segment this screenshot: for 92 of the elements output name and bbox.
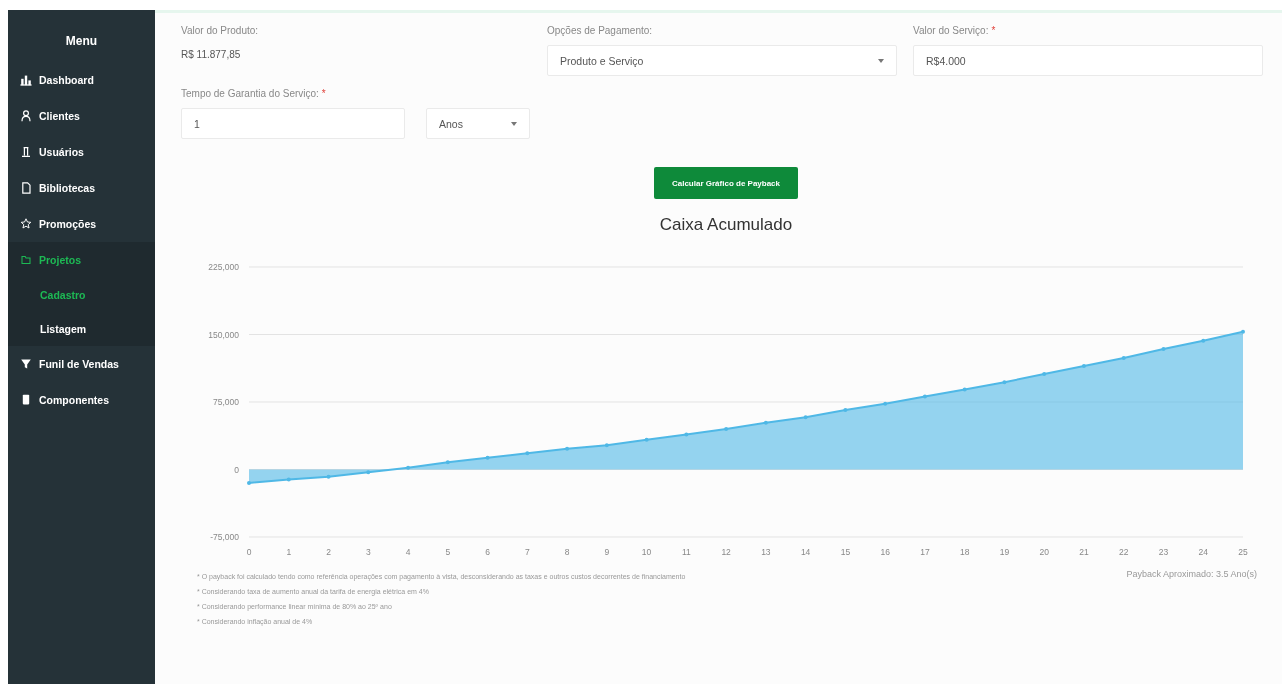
x-tick-label: 7 bbox=[524, 547, 530, 557]
calculate-button[interactable]: Calcular Gráfico de Payback bbox=[654, 167, 798, 199]
sidebar-item[interactable]: Funil de Vendas bbox=[8, 346, 155, 382]
data-point bbox=[247, 481, 251, 485]
required-mark: * bbox=[321, 88, 326, 101]
data-point bbox=[1002, 380, 1007, 385]
x-tick-label: 8 bbox=[564, 547, 570, 557]
data-point bbox=[883, 401, 888, 406]
document-icon bbox=[20, 182, 32, 194]
data-point bbox=[962, 387, 967, 392]
data-point bbox=[724, 427, 729, 431]
sidebar-item[interactable]: Promoções bbox=[8, 206, 155, 242]
x-tick-label: 6 bbox=[485, 547, 490, 557]
caret-icon bbox=[878, 58, 884, 63]
x-tick-label: 10 bbox=[641, 547, 652, 557]
data-point bbox=[406, 465, 411, 470]
sidebar-item[interactable]: Usuários bbox=[8, 134, 155, 170]
x-tick-label: 19 bbox=[999, 547, 1010, 557]
data-point bbox=[1161, 346, 1166, 351]
x-tick-label: 16 bbox=[880, 547, 890, 557]
sidebar-item[interactable]: Bibliotecas bbox=[8, 170, 155, 206]
data-point bbox=[803, 415, 808, 420]
block-icon bbox=[20, 394, 32, 406]
x-tick-label: 20 bbox=[1039, 547, 1049, 557]
x-tick-label: 2 bbox=[326, 547, 331, 557]
x-tick-label: 18 bbox=[959, 547, 970, 557]
person-icon bbox=[20, 110, 32, 122]
data-point bbox=[445, 460, 450, 465]
sidebar-item[interactable]: Clientes bbox=[8, 98, 155, 134]
data-point bbox=[366, 470, 371, 475]
data-point bbox=[1121, 355, 1126, 360]
data-point bbox=[326, 474, 331, 479]
data-point bbox=[684, 432, 689, 437]
select-dropdown[interactable]: Anos bbox=[426, 108, 530, 139]
funnel-icon bbox=[20, 358, 32, 370]
bar-chart-icon bbox=[20, 74, 32, 86]
field-label: Tempo de Garantia do Serviço: bbox=[181, 88, 319, 101]
x-tick-label: 13 bbox=[761, 547, 771, 557]
submenu-item[interactable]: Cadastro bbox=[8, 278, 155, 312]
data-point bbox=[843, 408, 848, 413]
y-tick-label: 75,000 bbox=[213, 397, 239, 407]
x-tick-label: 25 bbox=[1238, 547, 1248, 557]
x-tick-label: 3 bbox=[365, 547, 371, 557]
data-point bbox=[1081, 364, 1086, 368]
field-label: Opções de Pagamento: bbox=[547, 25, 653, 38]
data-point bbox=[286, 477, 291, 482]
menu-title: Menu bbox=[64, 33, 99, 50]
sidebar-item[interactable]: Componentes bbox=[8, 382, 155, 418]
sidebar-item[interactable]: Dashboard bbox=[8, 62, 155, 98]
product-value: R$ 11.877,85 bbox=[181, 48, 242, 60]
x-tick-label: 9 bbox=[604, 547, 610, 557]
x-tick-label: 4 bbox=[405, 547, 411, 557]
y-tick-label: 0 bbox=[234, 464, 239, 475]
required-mark: * bbox=[991, 25, 996, 38]
x-tick-label: 1 bbox=[286, 547, 292, 557]
x-tick-label: 5 bbox=[445, 547, 451, 557]
select-dropdown[interactable]: Produto e Serviço bbox=[547, 45, 897, 76]
chart-title: Caixa Acumulado bbox=[658, 215, 794, 236]
field-label: Valor do Serviço: bbox=[913, 25, 989, 38]
data-point bbox=[525, 451, 530, 456]
x-tick-label: 24 bbox=[1198, 547, 1208, 557]
caret-icon bbox=[511, 121, 517, 126]
sidebar-item[interactable]: Projetos bbox=[8, 242, 155, 278]
data-point bbox=[763, 420, 768, 425]
input-field[interactable]: 1 bbox=[181, 108, 405, 139]
data-point bbox=[922, 394, 927, 399]
y-tick-label: -75,000 bbox=[210, 532, 239, 542]
y-tick-label: 150,000 bbox=[208, 329, 239, 340]
x-tick-label: 15 bbox=[840, 547, 851, 557]
column-icon bbox=[20, 146, 32, 158]
x-tick-label: 14 bbox=[800, 547, 811, 557]
data-point bbox=[1201, 338, 1206, 343]
data-point bbox=[644, 437, 649, 442]
submenu-item[interactable]: Listagem bbox=[8, 312, 155, 346]
x-tick-label: 12 bbox=[721, 547, 731, 557]
data-point bbox=[565, 446, 570, 451]
data-point bbox=[604, 443, 609, 448]
star-icon bbox=[20, 218, 32, 230]
data-point bbox=[485, 455, 490, 460]
field-label: Valor do Produto: bbox=[181, 25, 259, 38]
payback-summary: Payback Aproximado: 3.5 Ano(s) bbox=[1126, 569, 1257, 581]
x-tick-label: 23 bbox=[1158, 547, 1169, 557]
input-field[interactable]: R$4.000 bbox=[913, 45, 1263, 76]
x-tick-label: 0 bbox=[246, 547, 252, 557]
x-tick-label: 11 bbox=[681, 547, 691, 557]
y-tick-label: 225,000 bbox=[208, 262, 239, 272]
data-point bbox=[1241, 329, 1245, 334]
folder-icon bbox=[20, 254, 32, 266]
x-tick-label: 22 bbox=[1119, 547, 1129, 557]
x-tick-label: 17 bbox=[920, 547, 930, 557]
data-point bbox=[1042, 372, 1047, 377]
x-tick-label: 21 bbox=[1079, 547, 1089, 557]
